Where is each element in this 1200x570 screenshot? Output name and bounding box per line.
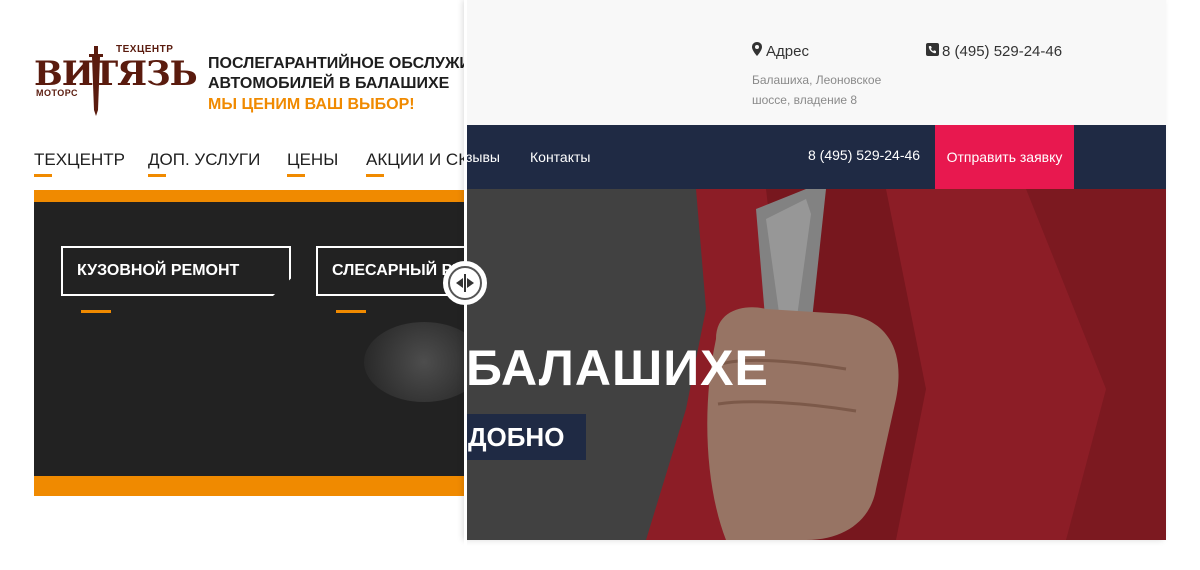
nav-item-reviews[interactable]: зывы — [466, 149, 500, 165]
hero-background-blur — [364, 322, 466, 402]
nav-phone[interactable]: 8 (495) 529-24-46 — [808, 147, 920, 163]
service-card-body-repair[interactable]: КУЗОВНОЙ РЕМОНТ — [61, 246, 291, 296]
old-site-panel: ТЕХЦЕНТР ВИТЯЗЬ МОТОРС ПОСЛЕГАРАНТИЙНОЕ … — [0, 0, 466, 570]
compare-slider-handle[interactable] — [443, 261, 487, 305]
old-nav-label: АКЦИИ И СК — [366, 150, 466, 169]
header-phone[interactable]: 8 (495) 529-24-46 — [942, 43, 1062, 60]
old-nav-item-tehcenter[interactable]: ТЕХЦЕНТР — [34, 150, 125, 177]
old-nav-label: ДОП. УСЛУГИ — [148, 150, 261, 169]
map-pin-icon — [752, 42, 762, 56]
new-site-panel: Адрес Балашиха, Леоновское шоссе, владен… — [466, 0, 1166, 540]
nav-underline — [366, 174, 384, 177]
tagline-line-2: АВТОМОБИЛЕЙ В БАЛАШИХЕ — [208, 75, 450, 92]
new-hero-banner: БАЛАШИХЕ ДОБНО — [466, 189, 1166, 540]
slogan: МЫ ЦЕНИМ ВАШ ВЫБОР! — [208, 96, 415, 113]
tagline: ПОСЛЕГАРАНТИЙНОЕ ОБСЛУЖИ АВТОМОБИЛЕЙ В Б… — [208, 54, 466, 94]
new-main-nav: зывы Контакты 8 (495) 529-24-46 Отправит… — [466, 125, 1166, 189]
service-underline — [81, 310, 111, 313]
old-hero-inner: КУЗОВНОЙ РЕМОНТ СЛЕСАРНЫЙ РЕ — [34, 202, 466, 476]
sword-icon — [89, 46, 103, 116]
old-nav-item-prices[interactable]: ЦЕНЫ — [287, 150, 339, 177]
nav-item-contacts[interactable]: Контакты — [530, 149, 590, 165]
old-nav-item-promos[interactable]: АКЦИИ И СК — [366, 150, 466, 177]
old-nav-label: ТЕХЦЕНТР — [34, 150, 125, 169]
nav-underline — [287, 174, 305, 177]
service-underline — [336, 310, 366, 313]
address-label: Адрес — [766, 43, 809, 60]
old-nav-label: ЦЕНЫ — [287, 150, 339, 169]
hero-title: БАЛАШИХЕ — [466, 340, 769, 396]
send-request-button[interactable]: Отправить заявку — [935, 125, 1074, 189]
nav-underline — [148, 174, 166, 177]
logo[interactable]: ТЕХЦЕНТР ВИТЯЗЬ МОТОРС — [34, 44, 198, 116]
hero-subtitle: ДОБНО — [466, 414, 586, 460]
old-hero-banner: КУЗОВНОЙ РЕМОНТ СЛЕСАРНЫЙ РЕ — [34, 190, 466, 496]
tagline-line-1: ПОСЛЕГАРАНТИЙНОЕ ОБСЛУЖИ — [208, 55, 466, 72]
logo-bottom-text: МОТОРС — [36, 88, 79, 98]
old-nav-item-services[interactable]: ДОП. УСЛУГИ — [148, 150, 261, 177]
left-right-arrows-icon — [456, 274, 474, 292]
phone-icon — [926, 43, 939, 56]
nav-underline — [34, 174, 52, 177]
address-text: Балашиха, Леоновское шоссе, владение 8 — [752, 73, 882, 107]
